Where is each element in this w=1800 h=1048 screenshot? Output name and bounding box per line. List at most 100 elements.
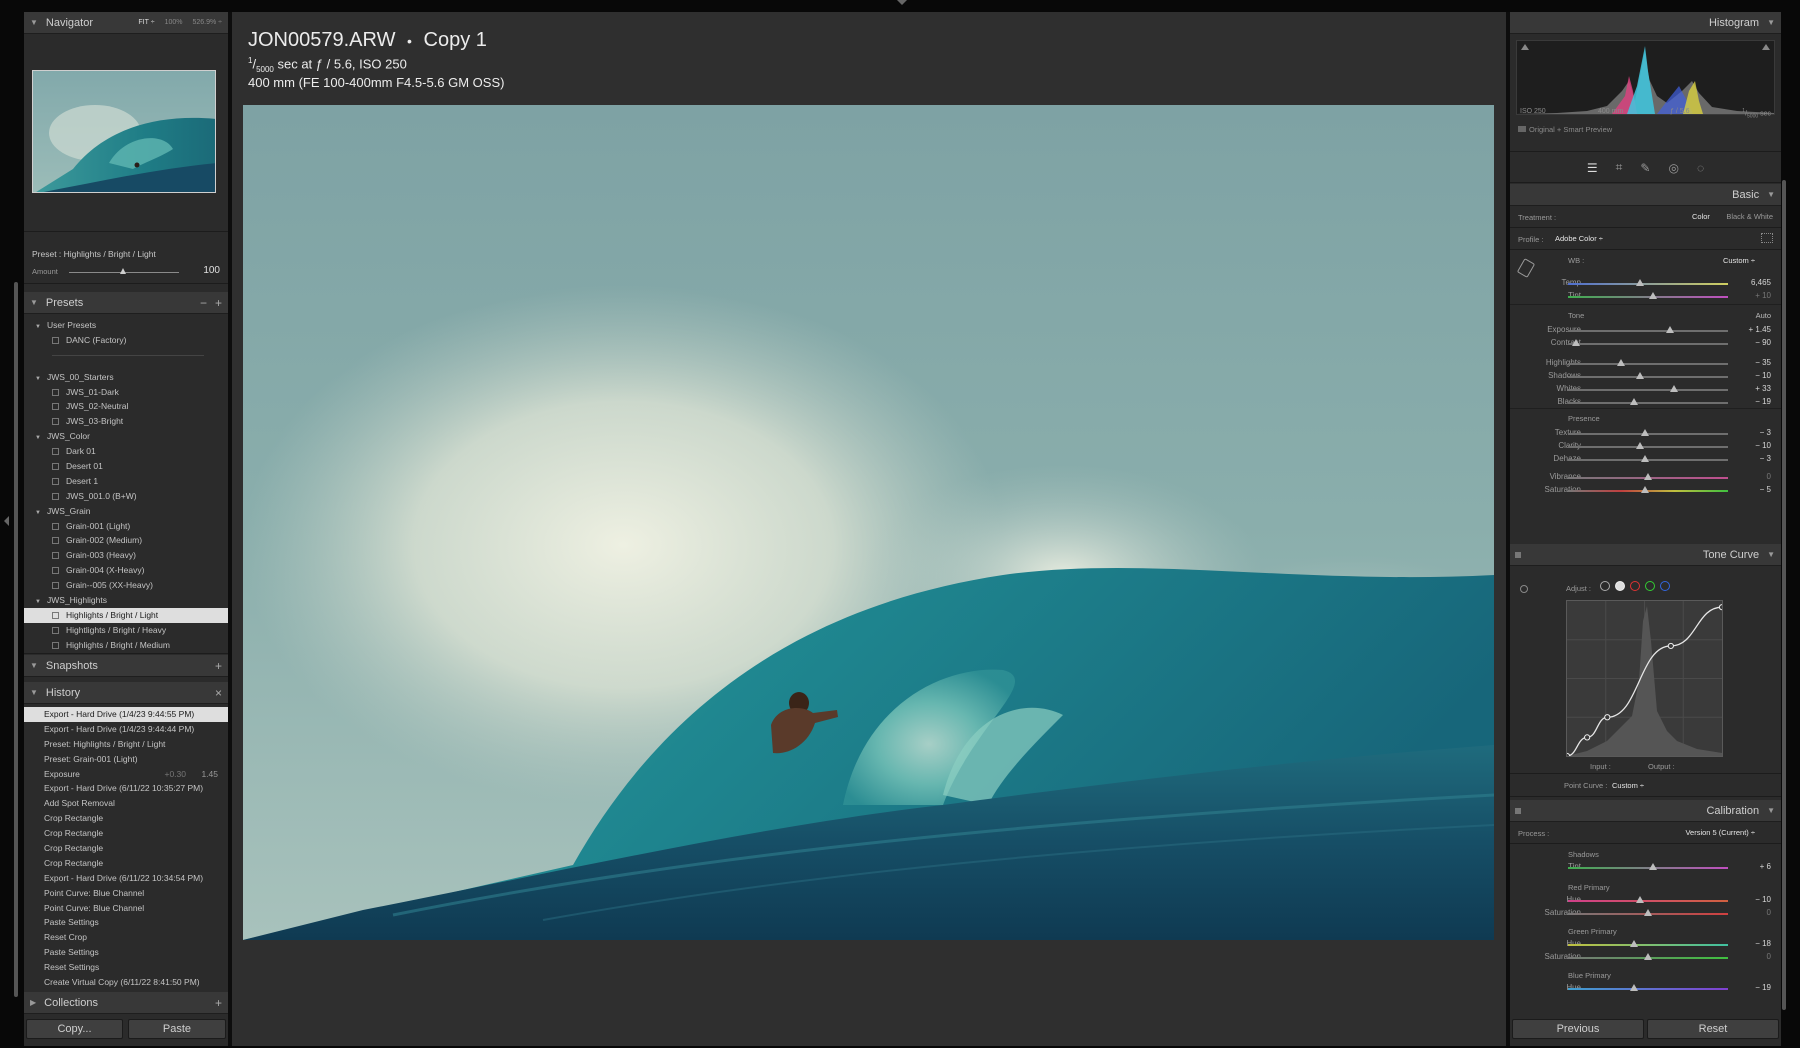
calibration-header[interactable]: Calibration ▼ [1510, 800, 1781, 822]
history-item[interactable]: Export - Hard Drive (6/11/22 10:35:27 PM… [24, 781, 228, 796]
treatment-bw[interactable]: Black & White [1726, 212, 1773, 221]
preset-item[interactable]: JWS_01-Dark [24, 385, 228, 400]
history-item[interactable]: Crop Rectangle [24, 841, 228, 856]
slider-knob[interactable] [1644, 909, 1652, 916]
slider-value[interactable]: − 3 [1760, 454, 1771, 463]
main-photo[interactable] [243, 105, 1494, 940]
shadow-clipping-icon[interactable] [1521, 44, 1529, 50]
slider-value[interactable]: − 90 [1755, 338, 1771, 347]
slider-value[interactable]: + 1.45 [1749, 325, 1771, 334]
slider-saturation[interactable]: Saturation 0 [1510, 906, 1781, 920]
slider-track[interactable] [1568, 446, 1728, 448]
previous-button[interactable]: Previous [1512, 1019, 1644, 1039]
slider-knob[interactable] [1644, 473, 1652, 480]
zoom-custom[interactable]: 526.9% ÷ [192, 19, 222, 26]
slider-value[interactable]: − 35 [1755, 358, 1771, 367]
profile-browser-icon[interactable] [1761, 233, 1773, 243]
calibration-toggle-icon[interactable] [1515, 807, 1521, 814]
curve-control-point[interactable] [1563, 752, 1571, 760]
slider-saturation[interactable]: Saturation − 5 [1510, 483, 1781, 497]
history-item[interactable]: Paste Settings [24, 915, 228, 930]
preset-folder[interactable]: ▼ JWS_00_Starters [24, 370, 228, 385]
slider-dehaze[interactable]: Dehaze− 3 [1510, 452, 1781, 466]
history-item[interactable]: Exposure +0.30 1.45 [24, 767, 228, 782]
slider-value[interactable]: − 3 [1760, 428, 1771, 437]
top-panel-toggle-icon[interactable] [897, 0, 907, 5]
collapse-icon[interactable]: ▼ [1767, 18, 1775, 27]
remove-preset-icon[interactable]: − [200, 296, 207, 310]
profile-dropdown[interactable]: Adobe Color ÷ [1555, 234, 1603, 243]
clear-history-icon[interactable]: × [215, 686, 222, 700]
slider-track[interactable] [1568, 376, 1728, 378]
slider-knob[interactable] [1629, 398, 1638, 405]
curve-control-point[interactable] [1604, 714, 1611, 721]
auto-tone-button[interactable]: Auto [1756, 311, 1771, 320]
slider-knob[interactable] [1629, 940, 1638, 947]
paste-button[interactable]: Paste [128, 1019, 226, 1039]
slider-shadows[interactable]: Shadows − 10 [1510, 369, 1781, 383]
slider-track[interactable] [1568, 283, 1728, 285]
tone-curve-graph[interactable] [1563, 600, 1726, 760]
process-dropdown[interactable]: Version 5 (Current) ÷ [1685, 828, 1755, 837]
slider-value[interactable]: − 10 [1755, 895, 1771, 904]
parametric-curve-icon[interactable] [1600, 581, 1610, 591]
slider-value[interactable]: 0 [1767, 908, 1771, 917]
history-item[interactable]: Preset: Highlights / Bright / Light [24, 737, 228, 752]
history-item[interactable]: Paste Settings [24, 945, 228, 960]
slider-knob[interactable] [1648, 863, 1657, 870]
amount-slider-knob[interactable] [120, 268, 126, 274]
slider-knob[interactable] [1640, 455, 1649, 462]
preset-item[interactable]: Grain-002 (Medium) [24, 533, 228, 548]
slider-temp[interactable]: Temp6,465 [1510, 276, 1781, 290]
slider-tint[interactable]: Tint+ 10 [1510, 289, 1781, 303]
add-snapshot-icon[interactable]: + [215, 659, 222, 673]
slider-knob[interactable] [1636, 372, 1644, 379]
curve-control-point[interactable] [1718, 604, 1726, 611]
slider-knob[interactable] [1616, 359, 1625, 366]
right-panel-scrollbar[interactable] [1782, 180, 1786, 1010]
slider-saturation[interactable]: Saturation 0 [1510, 950, 1781, 964]
slider-hue[interactable]: Hue− 19 [1510, 981, 1781, 995]
slider-knob[interactable] [1648, 292, 1657, 299]
snapshots-header[interactable]: ▼ Snapshots + [24, 655, 228, 677]
preset-item[interactable]: Desert 1 [24, 474, 228, 489]
slider-value[interactable]: 0 [1767, 472, 1771, 481]
wb-dropdown[interactable]: Custom ÷ [1723, 256, 1755, 265]
collapse-icon[interactable]: ▼ [30, 688, 38, 697]
slider-value[interactable]: + 33 [1755, 384, 1771, 393]
slider-track[interactable] [1568, 402, 1728, 404]
slider-hue[interactable]: Hue− 10 [1510, 893, 1781, 907]
red-curve-icon[interactable] [1630, 581, 1640, 591]
history-item[interactable]: Point Curve: Blue Channel [24, 901, 228, 916]
history-item[interactable]: Export - Hard Drive (6/11/22 10:34:54 PM… [24, 871, 228, 886]
history-item[interactable]: Add Spot Removal [24, 796, 228, 811]
slider-value[interactable]: − 19 [1755, 983, 1771, 992]
reset-button[interactable]: Reset [1647, 1019, 1779, 1039]
collapse-icon[interactable]: ▼ [1767, 190, 1775, 199]
navigator-header[interactable]: ▼ Navigator FIT ÷ 100% 526.9% ÷ [24, 12, 228, 34]
tone-curve-header[interactable]: Tone Curve ▼ [1510, 544, 1781, 566]
add-collection-icon[interactable]: + [215, 996, 222, 1010]
presets-header[interactable]: ▼ Presets − + [24, 292, 228, 314]
slider-track[interactable] [1568, 944, 1728, 946]
preset-item[interactable]: DANC (Factory) [24, 333, 228, 348]
treatment-color[interactable]: Color [1692, 212, 1710, 221]
healing-icon[interactable]: ✎ [1640, 161, 1650, 175]
history-item[interactable]: Preset: Grain-001 (Light) [24, 752, 228, 767]
collapse-icon[interactable]: ▼ [30, 661, 38, 670]
slider-track[interactable] [1568, 343, 1728, 345]
preset-item[interactable]: Desert 01 [24, 459, 228, 474]
curve-control-point[interactable] [1584, 734, 1591, 741]
zoom-fit[interactable]: FIT ÷ [138, 19, 154, 26]
slider-knob[interactable] [1666, 326, 1675, 333]
red-eye-icon[interactable]: ◎ [1668, 161, 1678, 175]
preset-item[interactable]: JWS_001.0 (B+W) [24, 489, 228, 504]
slider-value[interactable]: 0 [1767, 952, 1771, 961]
zoom-100[interactable]: 100% [165, 19, 183, 26]
collections-header[interactable]: ▶ Collections + [24, 992, 228, 1014]
history-item[interactable]: Crop Rectangle [24, 811, 228, 826]
slider-value[interactable]: − 10 [1755, 371, 1771, 380]
slider-tint[interactable]: Tint+ 6 [1510, 860, 1781, 874]
history-item[interactable]: Create Virtual Copy (6/11/22 8:41:50 PM) [24, 975, 228, 990]
blue-curve-icon[interactable] [1660, 581, 1670, 591]
